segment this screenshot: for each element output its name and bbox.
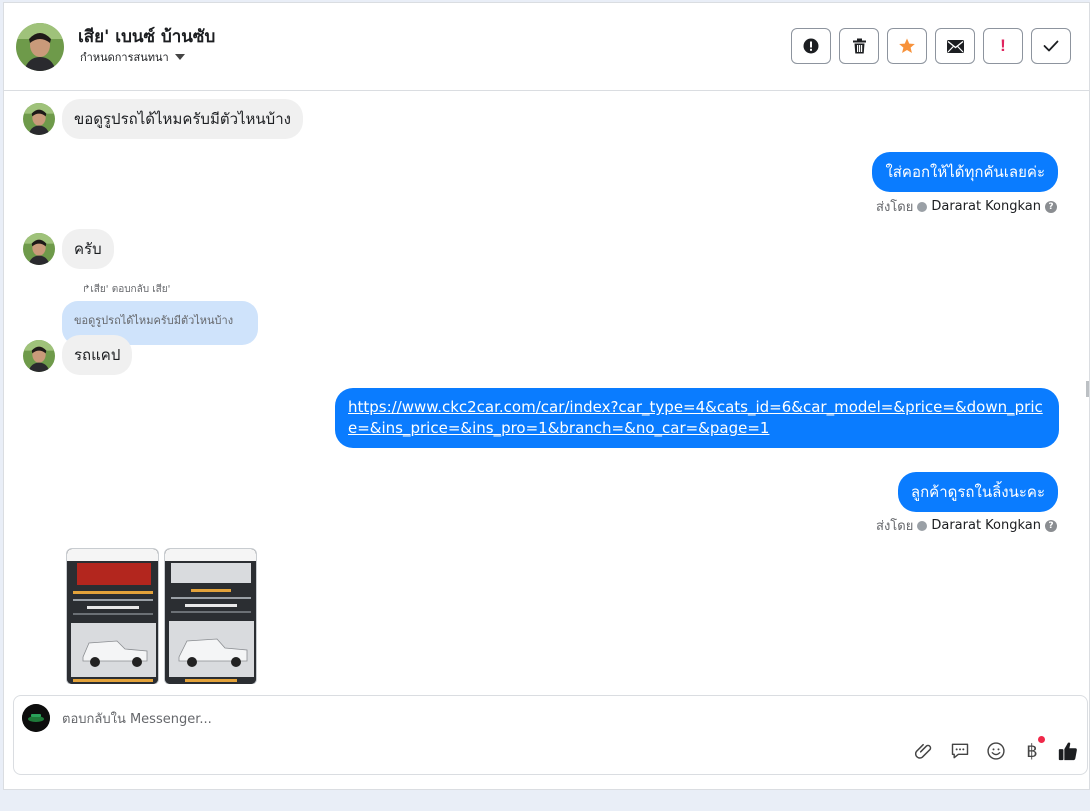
caret-down-icon	[174, 54, 185, 60]
composer-toolbar: ฿	[913, 736, 1079, 762]
conversation-header: เสีย' เบนซ์ บ้านซับ กำหนดการสนทนา !	[4, 3, 1089, 91]
trash-icon	[852, 38, 866, 54]
smiley-icon	[987, 742, 1005, 760]
emoji-button[interactable]	[985, 740, 1007, 762]
contact-name: เสีย' เบนซ์ บ้านซับ	[78, 27, 216, 47]
contact-avatar-small	[23, 340, 55, 372]
verified-icon	[917, 520, 928, 531]
outgoing-link-message[interactable]: https://www.ckc2car.com/car/index?car_ty…	[335, 388, 1059, 448]
page-avatar	[22, 704, 50, 732]
help-icon[interactable]: ?	[1045, 200, 1057, 213]
saved-replies-button[interactable]	[949, 740, 971, 762]
verified-icon	[917, 201, 928, 212]
delete-button[interactable]	[839, 28, 879, 64]
incoming-message[interactable]: ขอดูรูปรถได้ไหมครับมีตัวไหนบ้าง	[62, 99, 303, 139]
contact-avatar[interactable]	[16, 23, 64, 71]
reply-input[interactable]	[62, 706, 862, 732]
thumbs-up-icon	[1058, 742, 1077, 761]
star-icon	[899, 38, 915, 54]
check-icon	[1043, 40, 1059, 52]
scrollbar-handle[interactable]	[1086, 381, 1089, 397]
outgoing-message[interactable]: ลูกค้าดูรถในลิ้งนะคะ	[897, 472, 1058, 512]
sent-by-prefix: ส่งโดย	[876, 200, 914, 215]
mark-done-button[interactable]	[1031, 28, 1071, 64]
incoming-message[interactable]: รถแคป	[62, 335, 133, 375]
mark-unread-button[interactable]	[935, 28, 975, 64]
sent-by-prefix: ส่งโดย	[876, 519, 914, 534]
payment-button[interactable]: ฿	[1021, 736, 1045, 762]
conversation-settings-label: กำหนดการสนทนา	[80, 51, 169, 64]
baht-icon: ฿	[1026, 740, 1038, 762]
sent-by-agent: Dararat Kongkan	[931, 518, 1041, 533]
mark-spam-button[interactable]: !	[983, 28, 1023, 64]
image-attachment[interactable]	[164, 548, 257, 684]
sent-by-label: ส่งโดย Dararat Kongkan ?	[876, 196, 1057, 217]
reply-note: ↱เสีย' ตอบกลับ เสีย'	[82, 282, 170, 297]
star-button[interactable]	[887, 28, 927, 64]
reply-note-text: เสีย' ตอบกลับ เสีย'	[90, 284, 171, 295]
message-thread[interactable]: ขอดูรูปรถได้ไหมครับมีตัวไหนบ้าง ใส่คอกให…	[4, 92, 1089, 684]
envelope-icon	[946, 39, 964, 53]
message-link[interactable]: https://www.ckc2car.com/car/index?car_ty…	[348, 398, 1043, 437]
contact-avatar-small	[23, 103, 55, 135]
alert-circle-icon	[803, 38, 819, 54]
help-icon[interactable]: ?	[1045, 519, 1057, 532]
paperclip-icon	[914, 743, 932, 759]
conversation-settings-dropdown[interactable]: กำหนดการสนทนา	[80, 48, 185, 66]
attach-button[interactable]	[913, 740, 935, 762]
conversation-toolbar: !	[791, 28, 1071, 64]
sent-by-label: ส่งโดย Dararat Kongkan ?	[876, 515, 1057, 536]
outgoing-message[interactable]: ใส่คอกให้ได้ทุกคันเลยค่ะ	[872, 152, 1058, 192]
sent-by-agent: Dararat Kongkan	[931, 199, 1041, 214]
notification-dot	[1038, 736, 1045, 743]
exclamation-icon: !	[1000, 36, 1006, 55]
reply-composer: ฿	[13, 695, 1088, 775]
report-button[interactable]	[791, 28, 831, 64]
conversation-panel: เสีย' เบนซ์ บ้านซับ กำหนดการสนทนา ! ขอดู…	[3, 2, 1090, 790]
image-attachment[interactable]	[66, 548, 159, 684]
incoming-message[interactable]: ครับ	[62, 229, 114, 269]
contact-avatar-small	[23, 233, 55, 265]
like-button[interactable]	[1057, 740, 1079, 762]
chat-bubble-icon	[951, 743, 969, 759]
